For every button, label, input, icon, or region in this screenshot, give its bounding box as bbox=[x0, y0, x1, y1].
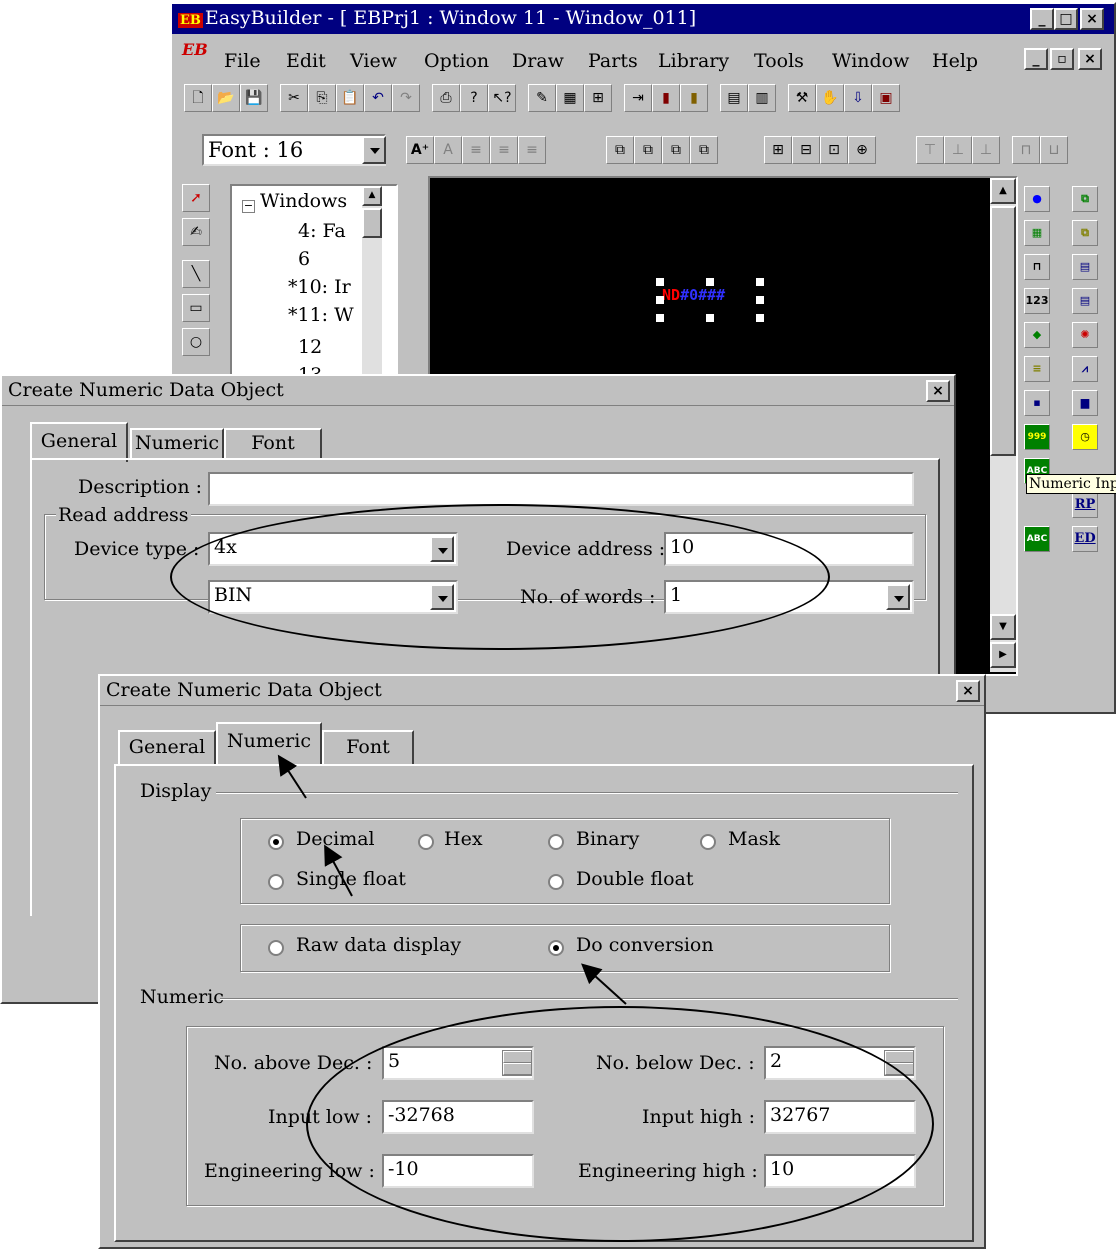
arrow-to-numeric-tab bbox=[277, 754, 307, 799]
annotation-arrows bbox=[277, 754, 627, 1005]
arrow-to-do-conversion bbox=[581, 963, 627, 1005]
arrow-to-decimal bbox=[324, 844, 353, 897]
